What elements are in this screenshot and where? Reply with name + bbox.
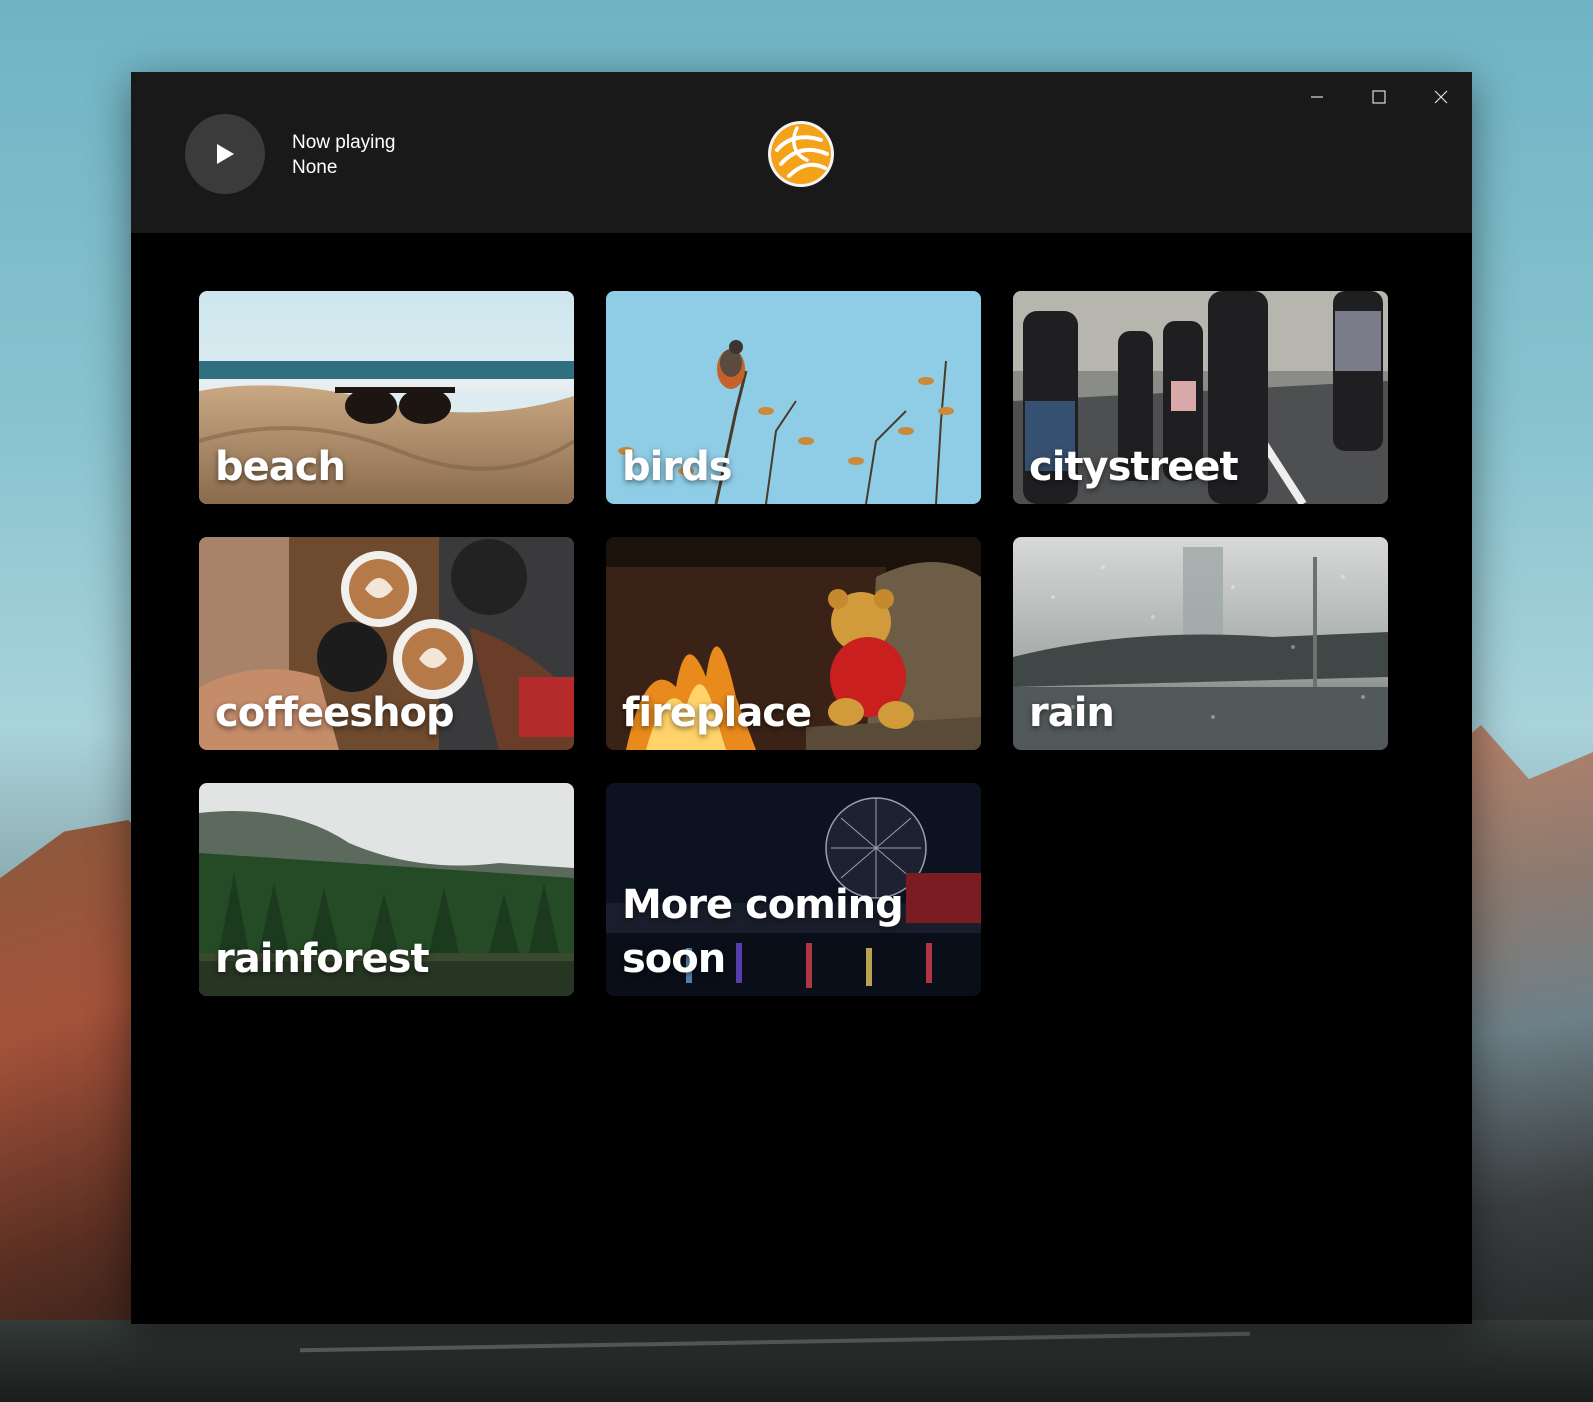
now-playing-track: None xyxy=(292,157,338,178)
tile-birds[interactable]: birds xyxy=(606,291,981,504)
maximize-icon xyxy=(1372,90,1386,104)
tile-label: birds xyxy=(622,444,733,490)
tile-label: More coming soon xyxy=(622,882,904,982)
tile-label: fireplace xyxy=(622,690,812,736)
tile-label: citystreet xyxy=(1029,444,1239,490)
tile-fireplace[interactable]: fireplace xyxy=(606,537,981,750)
minimize-button[interactable] xyxy=(1287,82,1347,112)
app-logo xyxy=(768,121,834,187)
now-playing-info: Now playing None xyxy=(292,130,396,180)
tile-more-coming-soon: More coming soon xyxy=(606,783,981,996)
maximize-button[interactable] xyxy=(1349,82,1409,112)
tile-rainforest[interactable]: rainforest xyxy=(199,783,574,996)
tile-beach[interactable]: beach xyxy=(199,291,574,504)
valley xyxy=(0,1320,1593,1402)
close-icon xyxy=(1434,90,1448,104)
tile-citystreet[interactable]: citystreet xyxy=(1013,291,1388,504)
now-playing-label: Now playing xyxy=(292,132,396,153)
tile-label: rainforest xyxy=(215,936,430,982)
minimize-icon xyxy=(1311,96,1323,98)
title-bar: Now playing None xyxy=(131,72,1472,233)
tile-rain[interactable]: rain xyxy=(1013,537,1388,750)
play-button[interactable] xyxy=(185,114,265,194)
close-button[interactable] xyxy=(1411,82,1471,112)
tile-label: beach xyxy=(215,444,346,490)
tile-label: rain xyxy=(1029,690,1115,736)
app-window: Now playing None beach birds citystreet … xyxy=(131,72,1472,1324)
play-icon xyxy=(217,144,234,164)
tile-label: coffeeshop xyxy=(215,690,455,736)
tile-coffeeshop[interactable]: coffeeshop xyxy=(199,537,574,750)
